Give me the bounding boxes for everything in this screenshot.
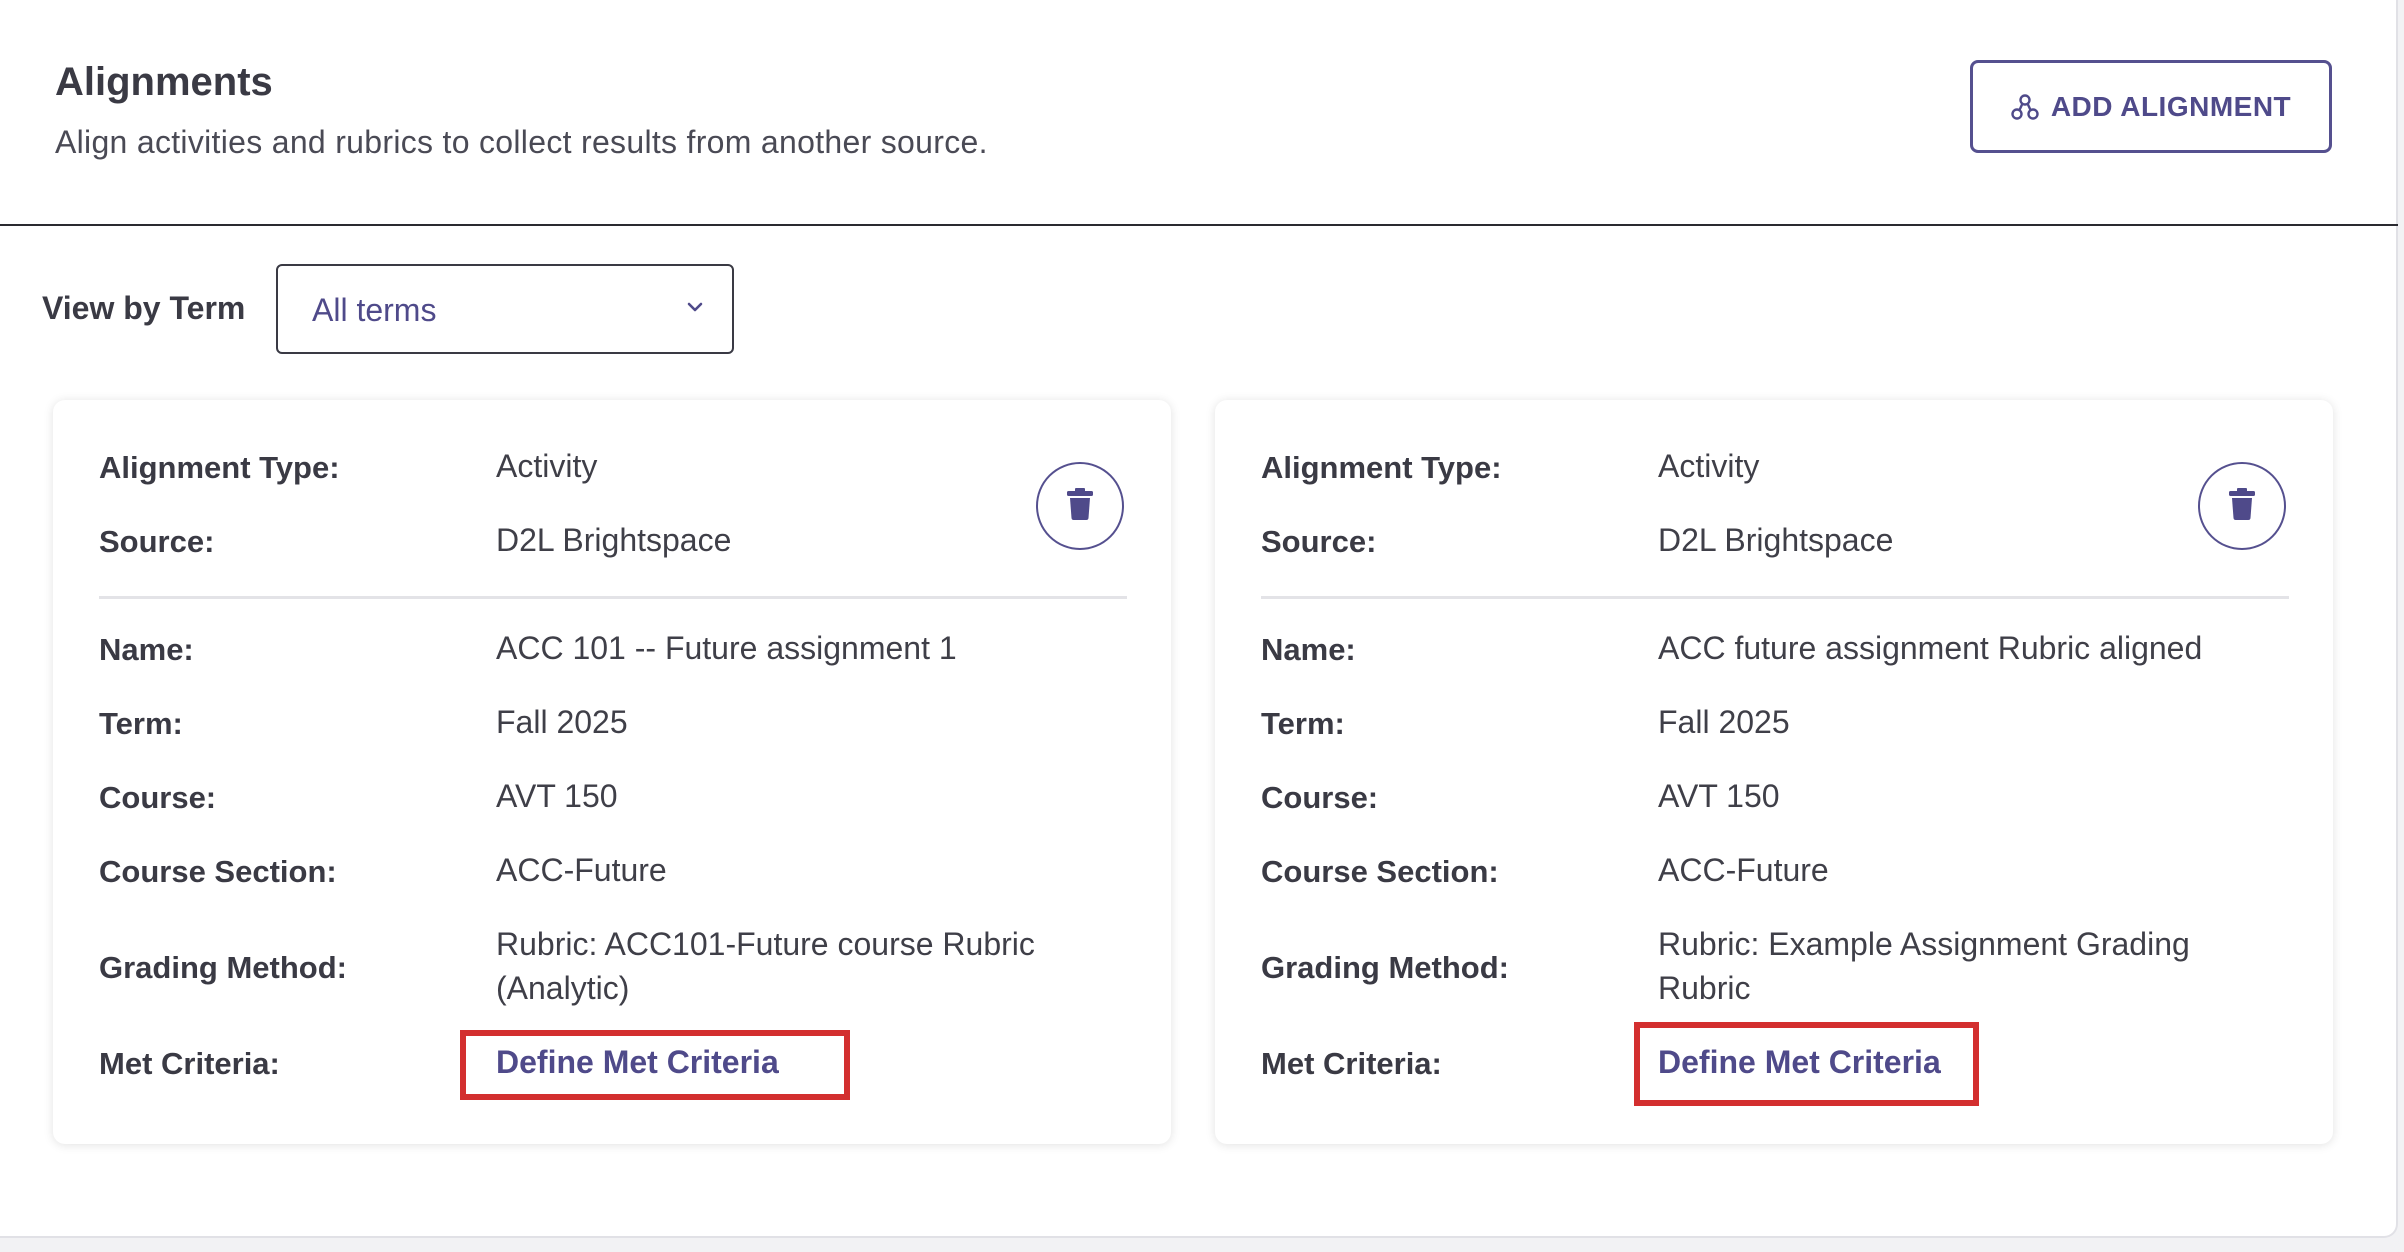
met-criteria-label: Met Criteria: [99, 1046, 280, 1081]
view-by-term-label: View by Term [42, 290, 246, 326]
course-section-value: ACC-Future [1658, 852, 1829, 888]
card-divider [1261, 596, 2289, 599]
add-alignment-button[interactable]: ADD ALIGNMENT [1970, 60, 2332, 153]
delete-alignment-button[interactable] [1036, 462, 1124, 550]
term-label: Term: [99, 706, 183, 741]
term-value: Fall 2025 [1658, 704, 1790, 740]
page-title: Alignments [55, 60, 273, 104]
add-alignment-label: ADD ALIGNMENT [2050, 90, 2292, 122]
alignment-card: Alignment Type: Activity Source: D2L Bri… [1215, 400, 2333, 1144]
define-met-criteria-link[interactable]: Define Met Criteria [1658, 1040, 1941, 1084]
page-subtitle: Align activities and rubrics to collect … [55, 124, 988, 160]
alignment-network-icon [2011, 93, 2039, 121]
define-met-criteria-link[interactable]: Define Met Criteria [496, 1040, 779, 1084]
term-select[interactable]: All terms [276, 264, 734, 354]
delete-alignment-button[interactable] [2198, 462, 2286, 550]
alignment-type-value: Activity [1658, 448, 1760, 484]
grading-method-label: Grading Method: [1261, 950, 1509, 985]
trash-icon [2228, 487, 2256, 526]
chevron-down-icon [684, 296, 706, 323]
name-label: Name: [1261, 632, 1356, 667]
grading-method-line: Rubric: Example Assignment Grading [1658, 926, 2190, 962]
name-value: ACC future assignment Rubric aligned [1658, 630, 2203, 666]
page-header: Alignments Align activities and rubrics … [0, 0, 2398, 226]
course-label: Course: [99, 780, 217, 815]
term-select-value: All terms [312, 292, 437, 328]
course-value: AVT 150 [1658, 778, 1780, 814]
source-label: Source: [1261, 524, 1377, 559]
course-section-value: ACC-Future [496, 852, 667, 888]
grading-method-value: Rubric: ACC101-Future course Rubric (Ana… [496, 922, 1136, 1010]
trash-icon [1066, 487, 1094, 526]
card-divider [99, 596, 1127, 599]
source-label: Source: [99, 524, 215, 559]
met-criteria-label: Met Criteria: [1261, 1046, 1442, 1081]
grading-method-value: Rubric: Example Assignment Grading Rubri… [1658, 922, 2298, 1010]
course-value: AVT 150 [496, 778, 618, 814]
grading-method-line: Rubric: ACC101-Future course Rubric [496, 926, 1035, 962]
course-label: Course: [1261, 780, 1379, 815]
alignment-type-label: Alignment Type: [99, 450, 340, 485]
alignment-type-label: Alignment Type: [1261, 450, 1502, 485]
course-section-label: Course Section: [99, 854, 337, 889]
grading-method-line: (Analytic) [496, 970, 630, 1006]
alignment-type-value: Activity [496, 448, 598, 484]
alignments-panel: Alignments Align activities and rubrics … [0, 0, 2398, 1238]
grading-method-line: Rubric [1658, 970, 1751, 1006]
term-label: Term: [1261, 706, 1345, 741]
course-section-label: Course Section: [1261, 854, 1499, 889]
grading-method-label: Grading Method: [99, 950, 347, 985]
term-value: Fall 2025 [496, 704, 628, 740]
alignment-card: Alignment Type: Activity Source: D2L Bri… [53, 400, 1171, 1144]
name-label: Name: [99, 632, 194, 667]
name-value: ACC 101 -- Future assignment 1 [496, 630, 957, 666]
